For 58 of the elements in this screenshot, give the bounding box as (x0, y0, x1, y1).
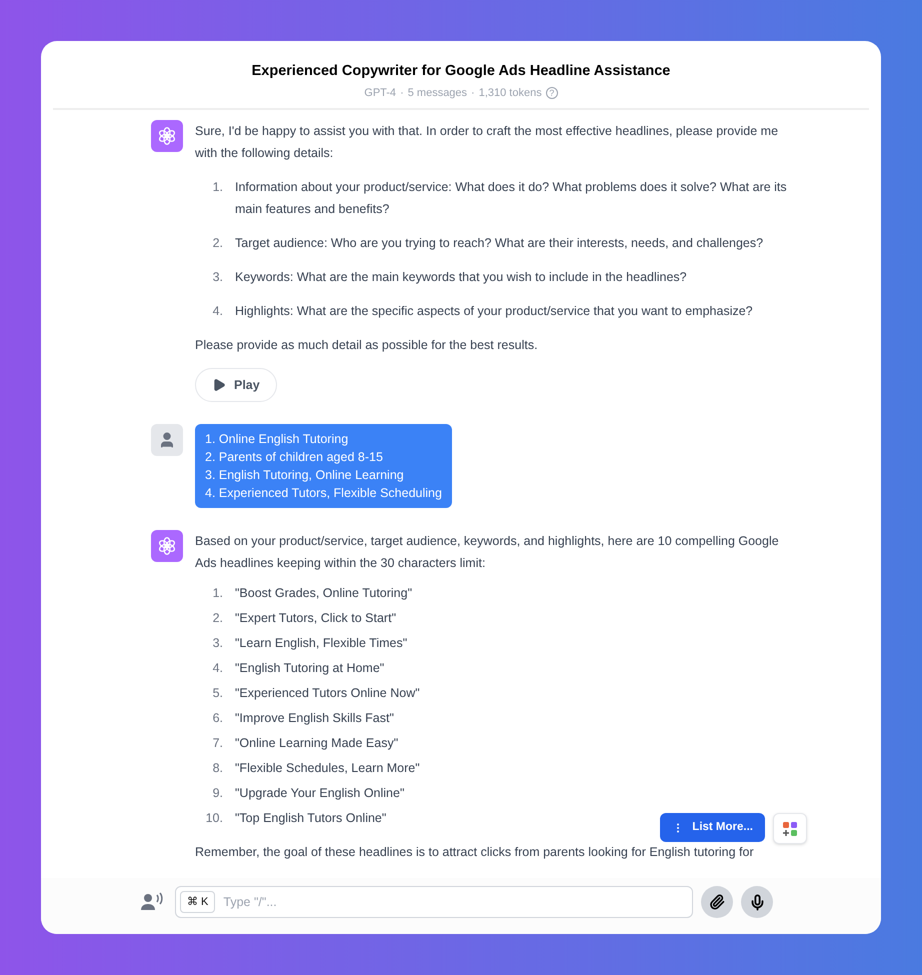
list-item-text: "Upgrade Your English Online" (234, 785, 404, 802)
microphone-button[interactable] (741, 886, 773, 918)
separator-dot: · (471, 86, 475, 101)
token-count: 1,310 tokens (478, 86, 542, 101)
list-item-text: "English Tutoring at Home" (234, 660, 384, 678)
microphone-icon (748, 894, 766, 910)
list-number: 10. (204, 810, 223, 828)
list-item-text: "Experienced Tutors Online Now" (234, 685, 420, 702)
list-item-text: Target audience: Who are you trying to reach? What are their interests, needs, and challenges? (234, 235, 764, 252)
list-number: 2. (212, 610, 223, 628)
list-item-text: Keywords: What are the main keywords that you wish to include in the headlines? (234, 269, 687, 286)
attach-button[interactable] (701, 886, 733, 918)
paperclip-icon (709, 894, 725, 910)
knot-logo-icon (156, 535, 178, 558)
list-item-text: "Expert Tutors, Click to Start" (234, 610, 396, 628)
message-field[interactable]: ⌘ K Type "/"... (175, 886, 693, 918)
chat-title: Experienced Copywriter for Google Ads Headline Assistance (252, 62, 670, 81)
list-number: 4. (212, 303, 223, 320)
list-number: 7. (212, 735, 223, 752)
message-input[interactable]: Type "/"... (223, 892, 688, 912)
separator-dot: · (400, 86, 404, 101)
play-icon (212, 378, 226, 392)
list-number: 4. (212, 660, 223, 678)
list-number: 3. (212, 635, 223, 652)
knot-logo-icon (156, 125, 178, 148)
list-item-text: "Online Learning Made Easy" (234, 735, 398, 752)
list-item-text: "Improve English Skills Fast" (234, 710, 394, 728)
message-text: Remember, the goal of these headlines is to attract clicks from parents looking for English tutoring for (195, 844, 755, 862)
voice-mode-icon[interactable] (141, 892, 163, 912)
shortcut-key: ⌘ K (180, 891, 216, 913)
message-text: Sure, I'd be happy to assist you with that. In order to craft the most effective headlines, please provide me with the following details: (195, 123, 780, 162)
list-number: 3. (212, 269, 223, 286)
list-number: 5. (212, 685, 223, 702)
list-item-text: "Flexible Schedules, Learn More" (234, 760, 420, 778)
list-number: 6. (212, 710, 223, 728)
message-line: 2. Parents of children aged 8-15 (205, 449, 384, 466)
apps-button[interactable] (773, 813, 807, 844)
list-item-text: Highlights: What are the specific aspects of your product/service that you want to emphasize? (234, 303, 753, 320)
list-item-text: "Learn English, Flexible Times" (234, 635, 408, 652)
apps-icon (782, 820, 798, 836)
list-number: 1. (212, 179, 223, 196)
person-icon (158, 431, 176, 450)
list-number: 1. (212, 585, 223, 602)
message-count: 5 messages (408, 86, 468, 101)
list-item-text: "Boost Grades, Online Tutoring" (234, 585, 412, 602)
message-line: 1. Online English Tutoring (205, 431, 350, 448)
list-more-button[interactable]: List More... (660, 813, 765, 842)
list-number: 2. (212, 235, 223, 252)
list-number: 8. (212, 760, 223, 778)
list-number: 9. (212, 785, 223, 802)
message-line: 3. English Tutoring, Online Learning (205, 467, 405, 484)
model-label: GPT-4 (364, 86, 396, 101)
list-item-text: "Top English Tutors Online" (234, 810, 386, 828)
message-text: Based on your product/service, target audience, keywords, and highlights, here are 10 compelling Google Ads headlines keeping within the 30 characters limit: (195, 533, 780, 572)
list-item-text: Information about your product/service: What does it do? What problems does it solve? What are its main features and benefits? (234, 179, 788, 218)
message-line: 4. Experienced Tutors, Flexible Scheduling (205, 485, 442, 502)
message-text: Please provide as much detail as possible for the best results. (195, 337, 539, 354)
play-button[interactable]: Play (195, 368, 277, 402)
